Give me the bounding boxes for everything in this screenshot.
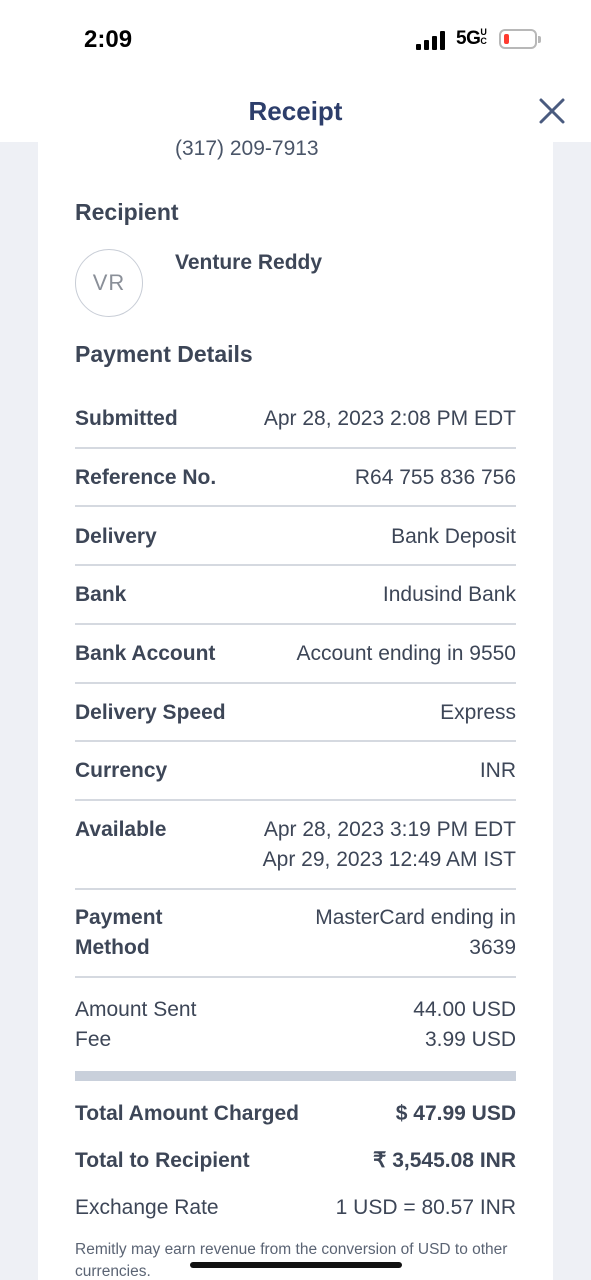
divider <box>75 799 516 801</box>
battery-icon <box>499 29 541 49</box>
divider <box>75 888 516 890</box>
status-bar: 2:09 5GUC <box>0 0 591 80</box>
divider <box>75 505 516 507</box>
detail-value: Indusind Bank <box>382 583 516 606</box>
detail-label: Bank Account <box>75 642 216 665</box>
exchange-rate-label: Exchange Rate <box>75 1196 219 1219</box>
close-icon[interactable] <box>537 96 567 126</box>
detail-label: Available <box>75 818 167 841</box>
detail-value: Bank Deposit <box>391 525 516 548</box>
total-recipient-label: Total to Recipient <box>75 1149 250 1172</box>
page-title: Receipt <box>248 96 343 126</box>
divider <box>75 623 516 625</box>
detail-value: Express <box>440 701 516 724</box>
payment-method-value-line1: MasterCard ending in <box>315 906 516 929</box>
detail-value: R64 755 836 756 <box>354 466 516 489</box>
total-charged-value: $ 47.99 USD <box>395 1102 516 1125</box>
detail-value: Apr 28, 2023 2:08 PM EDT <box>263 407 516 430</box>
divider <box>75 682 516 684</box>
sender-phone: (317) 209-7913 <box>175 137 319 160</box>
cellular-signal-icon <box>416 30 446 50</box>
receipt-card: (317) 209-7913 Recipient VR Venture Redd… <box>38 137 553 1280</box>
status-time: 2:09 <box>84 26 133 53</box>
divider <box>75 564 516 566</box>
available-value-line2: Apr 29, 2023 12:49 AM IST <box>262 848 516 871</box>
detail-label: Delivery Speed <box>75 701 226 724</box>
divider <box>75 740 516 742</box>
amount-sent-label: Amount Sent <box>75 998 197 1021</box>
exchange-rate-value: 1 USD = 80.57 INR <box>335 1196 516 1219</box>
detail-label: Bank <box>75 583 127 606</box>
payment-method-label-line1: Payment <box>75 906 163 929</box>
network-type-label: 5GUC <box>456 27 487 50</box>
detail-label: Submitted <box>75 407 178 430</box>
detail-label: Delivery <box>75 525 157 548</box>
divider <box>75 447 516 449</box>
payment-method-value-line2: 3639 <box>469 936 516 959</box>
total-separator <box>75 1071 516 1081</box>
available-value-line1: Apr 28, 2023 3:19 PM EDT <box>263 818 516 841</box>
home-indicator[interactable] <box>190 1262 402 1268</box>
detail-value: Account ending in 9550 <box>296 642 516 665</box>
fee-label: Fee <box>75 1028 112 1051</box>
payment-details-title: Payment Details <box>75 341 253 367</box>
detail-value: INR <box>479 759 516 782</box>
recipient-section-title: Recipient <box>75 199 179 225</box>
total-recipient-value: ₹ 3,545.08 INR <box>373 1149 516 1172</box>
recipient-name: Venture Reddy <box>175 251 323 274</box>
receipt-header: Receipt <box>0 80 591 142</box>
amount-sent-value: 44.00 USD <box>413 998 516 1021</box>
conversion-disclaimer: Remitly may earn revenue from the conver… <box>75 1241 508 1280</box>
avatar: VR <box>75 249 143 317</box>
fee-value: 3.99 USD <box>424 1028 516 1051</box>
total-charged-label: Total Amount Charged <box>75 1102 299 1125</box>
detail-label: Currency <box>75 759 168 782</box>
detail-label: Reference No. <box>75 466 217 489</box>
payment-method-label-line2: Method <box>75 936 150 959</box>
divider <box>75 976 516 978</box>
